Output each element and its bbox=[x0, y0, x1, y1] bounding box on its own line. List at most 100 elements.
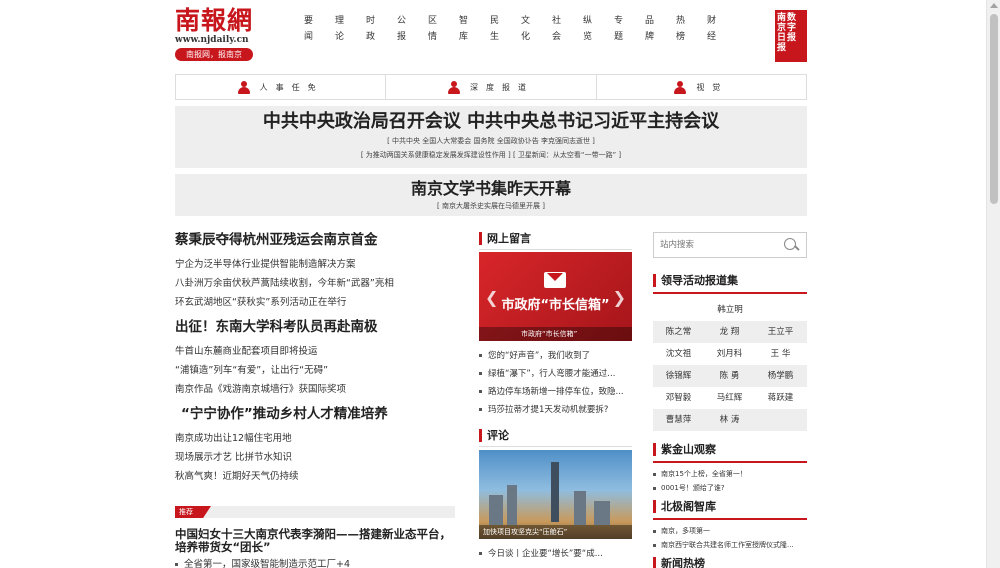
bullet-icon bbox=[479, 372, 482, 375]
nav-item[interactable]: 要闻 bbox=[293, 13, 324, 45]
nav-item[interactable]: 文化 bbox=[510, 13, 541, 45]
news-item[interactable]: 南京作品《戏游南京城墙行》获国际奖项 bbox=[175, 380, 455, 399]
nav-item-top: 智 bbox=[458, 16, 468, 26]
nav-item-bottom: 论 bbox=[334, 32, 344, 42]
leader-row: 陈之常龙 翔王立平 bbox=[653, 321, 807, 343]
nav-item-top: 理 bbox=[334, 16, 344, 26]
nav-item[interactable]: 智库 bbox=[448, 13, 479, 45]
leader-link[interactable]: 韩立明 bbox=[653, 299, 807, 321]
leader-link[interactable]: 龙 翔 bbox=[704, 321, 755, 343]
zijinshan-title[interactable]: 紫金山观察 bbox=[653, 443, 807, 456]
list-item[interactable]: 绿植“瀑下”，行人弯腰才能通过... bbox=[479, 365, 632, 383]
bullet-icon bbox=[653, 472, 656, 476]
nav-item[interactable]: 理论 bbox=[324, 13, 355, 45]
beiji-title[interactable]: 北极阁智库 bbox=[653, 500, 807, 513]
channel-link[interactable]: 人事任免 bbox=[176, 75, 387, 99]
badge-char: 字 bbox=[787, 23, 797, 33]
nav-item[interactable]: 品牌 bbox=[634, 13, 665, 45]
building-shape bbox=[489, 495, 503, 525]
top-headline-sub2[interactable]: [ 为推动两国关系健康稳定发展发挥建设性作用 ] [ 卫星新闻：从太空看“一带一… bbox=[175, 149, 807, 161]
scroll-thumb[interactable] bbox=[990, 14, 998, 204]
nav-item[interactable]: 纵览 bbox=[572, 13, 603, 45]
list-item[interactable]: 南京15个上榜，全省第一！ bbox=[653, 467, 807, 481]
list-item[interactable]: 南京，多项第一 bbox=[653, 524, 807, 538]
bullet-icon bbox=[479, 552, 482, 555]
leader-link[interactable]: 蒋跃建 bbox=[755, 387, 806, 409]
leader-link[interactable]: 王立平 bbox=[755, 321, 806, 343]
nav-item-bottom: 化 bbox=[520, 32, 530, 42]
top-headline-title[interactable]: 中共中央政治局召开会议 中共中央总书记习近平主持会议 bbox=[175, 111, 807, 133]
nav-item[interactable]: 公报 bbox=[386, 13, 417, 45]
news-item[interactable]: 宁企为泛半导体行业提供智能制造解决方案 bbox=[175, 255, 455, 274]
list-item-text: 南京西宁联合共建名师工作室授牌仪式隆... bbox=[661, 541, 794, 549]
news-item[interactable]: 八卦洲万余亩伏秋芦蒿陆续收割，今年新“武器”亮相 bbox=[175, 274, 455, 293]
bullet-icon bbox=[479, 408, 482, 411]
leader-link[interactable]: 曹慧萍 bbox=[653, 409, 704, 431]
lead-headline[interactable]: 蔡秉辰夺得杭州亚残运会南京首金 bbox=[175, 231, 455, 249]
leader-link[interactable]: 陈 勇 bbox=[704, 365, 755, 387]
digital-newspaper-link[interactable]: 南京日报 数字报 bbox=[775, 10, 807, 62]
top-headline-sub1[interactable]: [ 中共中央 全国人大常委会 国务院 全国政协讣告 李克强同志逝世 ] bbox=[175, 135, 807, 147]
leader-row: 曹慧萍林 涛 bbox=[653, 409, 807, 431]
hot-news-title[interactable]: 新闻热榜 bbox=[653, 557, 807, 568]
second-headline-title[interactable]: 南京文学书集昨天开幕 bbox=[175, 178, 807, 200]
leaders-section-title[interactable]: 领导活动报道集 bbox=[653, 274, 807, 287]
leader-link[interactable]: 马红辉 bbox=[704, 387, 755, 409]
scrollbar[interactable] bbox=[986, 0, 1000, 568]
leader-link[interactable]: 林 涛 bbox=[704, 409, 755, 431]
person-icon bbox=[674, 80, 687, 94]
leader-row: 韩立明 bbox=[653, 299, 807, 321]
comment-section: 评论 bbox=[479, 429, 632, 447]
nav-item[interactable]: 民生 bbox=[479, 13, 510, 45]
nav-item[interactable]: 专题 bbox=[603, 13, 634, 45]
news-item[interactable]: 南京成功出让12幅住宅用地 bbox=[175, 429, 455, 448]
news-item[interactable]: 秋高气爽！近期好天气仍持续 bbox=[175, 467, 455, 486]
channel-link[interactable]: 深度报道 bbox=[386, 75, 597, 99]
mayor-mailbox-banner[interactable]: ❮ ❯ 市政府“市长信箱” 市政府“市长信箱” bbox=[479, 252, 632, 341]
scroll-up-arrow-icon[interactable] bbox=[990, 3, 998, 8]
banner-caption: 市政府“市长信箱” bbox=[479, 327, 632, 341]
leader-link[interactable]: 王 华 bbox=[755, 343, 806, 365]
divider bbox=[479, 249, 632, 250]
nav-item-bottom: 会 bbox=[551, 32, 561, 42]
leader-link[interactable]: 邓智毅 bbox=[653, 387, 704, 409]
leader-link[interactable]: 杨学鹏 bbox=[755, 365, 806, 387]
nav-item[interactable]: 区情 bbox=[417, 13, 448, 45]
nav-item[interactable]: 社会 bbox=[541, 13, 572, 45]
list-item[interactable]: 0001号！颁给了谁? bbox=[653, 481, 807, 495]
banner-text: 市政府“市长信箱” bbox=[501, 298, 610, 313]
newspaper-name: 南京日报 bbox=[777, 13, 786, 59]
nav-item[interactable]: 财经 bbox=[696, 13, 727, 45]
news-item[interactable]: 现场展示才艺 比拼节水知识 bbox=[175, 448, 455, 467]
message-section-title[interactable]: 网上留言 bbox=[479, 232, 632, 245]
list-item[interactable]: 今日谈丨企业要“增长”要“成... bbox=[479, 545, 632, 563]
leader-link[interactable]: 徐锦辉 bbox=[653, 365, 704, 387]
list-item[interactable]: 南京西宁联合共建名师工作室授牌仪式隆... bbox=[653, 538, 807, 552]
leader-link[interactable]: 刘月科 bbox=[704, 343, 755, 365]
lead-headline[interactable]: “宁宁协作”推动乡村人才精准培养 bbox=[175, 405, 455, 423]
channel-link[interactable]: 视觉 bbox=[597, 75, 806, 99]
list-item[interactable]: 路边停车场新增一排停车位，致隐... bbox=[479, 383, 632, 401]
news-item[interactable]: 环玄武湖地区“获秋实”系列活动正在举行 bbox=[175, 293, 455, 312]
site-search bbox=[653, 232, 807, 258]
nav-item[interactable]: 热榜 bbox=[665, 13, 696, 45]
person-icon bbox=[237, 80, 250, 94]
second-headline: 南京文学书集昨天开幕 [ 南京大屠杀史实展在马德里开展 ] bbox=[175, 174, 807, 216]
site-logo[interactable]: 南報網 www.njdaily.cn 南报网，报南京 bbox=[175, 8, 255, 61]
list-item[interactable]: 您的“好声音”，我们收到了 bbox=[479, 347, 632, 365]
recommend-title[interactable]: 中国妇女十三大南京代表李漪阳——搭建新业态平台，培养带货女“团长” bbox=[175, 528, 455, 554]
search-input[interactable] bbox=[654, 233, 774, 257]
comment-banner[interactable]: 加快项目攻坚克尖“压舱石” bbox=[479, 450, 632, 539]
news-item[interactable]: “浦镇造”列车“有爱”，让出行“无碍” bbox=[175, 361, 455, 380]
search-icon[interactable] bbox=[784, 238, 798, 252]
comment-section-title[interactable]: 评论 bbox=[479, 429, 632, 442]
second-headline-sub[interactable]: [ 南京大屠杀史实展在马德里开展 ] bbox=[175, 200, 807, 212]
leader-link[interactable]: 陈之常 bbox=[653, 321, 704, 343]
list-item[interactable]: 玛莎拉蒂才提1天发动机就要拆? bbox=[479, 401, 632, 419]
channel-bar: 人事任免 深度报道 视觉 bbox=[175, 74, 807, 100]
news-item[interactable]: 牛首山东麓商业配套项目即将投运 bbox=[175, 342, 455, 361]
lead-headline[interactable]: 出征！东南大学科考队员再赴南极 bbox=[175, 318, 455, 336]
recommend-item[interactable]: 全省第一，国家级智能制造示范工厂+4 bbox=[175, 556, 350, 568]
leader-link[interactable]: 沈文祖 bbox=[653, 343, 704, 365]
nav-item[interactable]: 时政 bbox=[355, 13, 386, 45]
